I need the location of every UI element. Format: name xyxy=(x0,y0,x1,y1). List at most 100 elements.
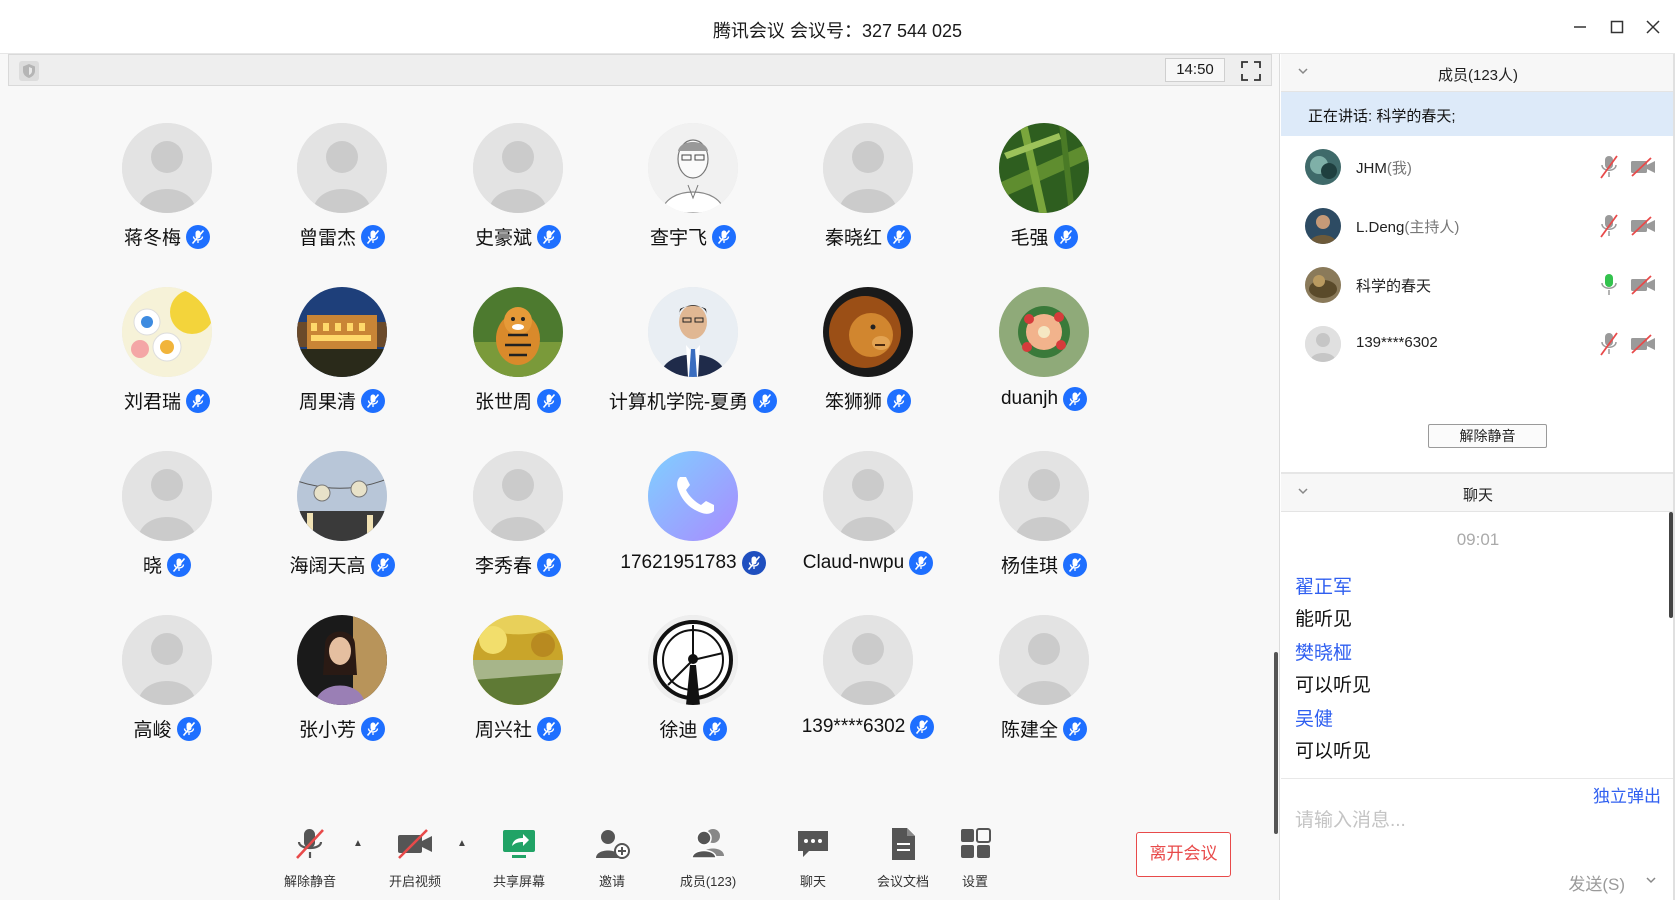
fullscreen-icon[interactable] xyxy=(1239,59,1263,83)
chat-sender[interactable]: 翟正军 xyxy=(1295,572,1352,599)
participant-avatar xyxy=(999,123,1089,213)
participant-avatar xyxy=(999,615,1089,705)
mic-muted-icon[interactable] xyxy=(1599,331,1619,357)
member-row[interactable]: 139****6302 xyxy=(1281,313,1675,375)
send-options-chevron-icon[interactable] xyxy=(1645,874,1657,886)
mic-muted-icon xyxy=(909,551,934,575)
participant-tile[interactable]: 秦晓红 xyxy=(778,123,958,273)
camera-off-icon xyxy=(398,829,432,859)
member-name: 139****6302 xyxy=(1356,334,1438,351)
speaking-indicator: 正在讲话: 科学的春天; xyxy=(1281,92,1675,136)
close-icon[interactable] xyxy=(1640,14,1666,40)
participant-name: 笨狮狮 xyxy=(824,392,882,413)
mic-muted-icon xyxy=(741,551,766,575)
chat-sender[interactable]: 樊晓桠 xyxy=(1295,638,1352,665)
mic-muted-icon xyxy=(537,552,561,577)
participant-tile[interactable]: duanjh xyxy=(954,287,1134,437)
participant-tile[interactable]: 晓 xyxy=(77,451,257,601)
participant-name: 毛强 xyxy=(1010,228,1049,249)
mic-muted-icon xyxy=(537,388,561,413)
chat-message-input[interactable] xyxy=(1295,806,1655,836)
member-name-text: 科学的春天 xyxy=(1356,278,1432,295)
member-row[interactable]: L.Deng(主持人) xyxy=(1281,195,1675,257)
mic-muted-icon[interactable] xyxy=(1599,154,1619,180)
chat-button[interactable]: 聊天 xyxy=(768,826,858,890)
participant-name: 刘君瑞 xyxy=(123,392,181,413)
participant-tile[interactable]: 海阔天高 xyxy=(252,451,432,601)
chat-sender[interactable]: 吴健 xyxy=(1295,704,1333,731)
member-name: 科学的春天 xyxy=(1356,275,1431,296)
participant-tile[interactable]: 高峻 xyxy=(77,615,257,765)
participant-tile[interactable]: 陈建全 xyxy=(954,615,1134,765)
unmute-button[interactable]: 解除静音 xyxy=(265,826,355,890)
participant-tile[interactable]: 史豪斌 xyxy=(428,123,608,273)
audio-options-caret[interactable]: ▲ xyxy=(353,838,363,849)
participant-tile[interactable]: 杨佳琪 xyxy=(954,451,1134,601)
participant-tile[interactable]: 17621951783 xyxy=(603,451,783,601)
participant-avatar xyxy=(473,123,563,213)
camera-off-icon[interactable] xyxy=(1629,333,1657,355)
participant-label: 陈建全 xyxy=(954,715,1134,742)
side-panel: 成员(123人) 正在讲话: 科学的春天; JHM(我) L.Deng(主持人) 科… xyxy=(1281,54,1675,900)
participant-avatar xyxy=(648,287,738,377)
chat-panel-header[interactable]: 聊天 xyxy=(1281,474,1675,512)
participant-tile[interactable]: 毛强 xyxy=(954,123,1134,273)
participant-avatar xyxy=(648,615,738,705)
start-video-button[interactable]: 开启视频 xyxy=(370,826,460,890)
members-button[interactable]: 成员(123) xyxy=(663,826,753,890)
participant-tile[interactable]: 周果清 xyxy=(252,287,432,437)
invite-button[interactable]: 邀请 xyxy=(567,826,657,890)
participant-label: 杨佳琪 xyxy=(954,551,1134,578)
shield-icon[interactable] xyxy=(19,61,39,81)
participant-label: 海阔天高 xyxy=(252,551,432,578)
participant-name: 查宇飞 xyxy=(649,228,707,249)
participant-name: 秦晓红 xyxy=(824,228,882,249)
participant-avatar xyxy=(823,615,913,705)
unmute-all-button[interactable]: 解除静音 xyxy=(1428,424,1547,448)
camera-off-icon[interactable] xyxy=(1629,215,1657,237)
camera-off-icon[interactable] xyxy=(1629,274,1657,296)
mic-muted-icon[interactable] xyxy=(1599,213,1619,239)
participant-tile[interactable]: 笨狮狮 xyxy=(778,287,958,437)
popout-chat-link[interactable]: 独立弹出 xyxy=(1593,782,1661,807)
avatar xyxy=(1305,208,1341,244)
camera-off-icon[interactable] xyxy=(1629,156,1657,178)
minimize-icon[interactable] xyxy=(1567,14,1593,40)
participant-tile[interactable]: 139****6302 xyxy=(778,615,958,765)
participant-tile[interactable]: 张世周 xyxy=(428,287,608,437)
members-panel-header[interactable]: 成员(123人) xyxy=(1281,54,1675,92)
participant-label: 周果清 xyxy=(252,387,432,414)
participant-avatar xyxy=(122,451,212,541)
window-title: 腾讯会议 会议号：327 544 025 xyxy=(712,21,963,41)
participant-name: 张小芳 xyxy=(298,720,356,741)
video-options-caret[interactable]: ▲ xyxy=(457,838,467,849)
share-screen-button[interactable]: 共享屏幕 xyxy=(474,826,564,890)
chat-message-text: 可以听见 xyxy=(1295,741,1372,762)
participant-tile[interactable]: 刘君瑞 xyxy=(77,287,257,437)
leave-meeting-button[interactable]: 离开会议 xyxy=(1136,832,1231,877)
participant-tile[interactable]: Claud-nwpu xyxy=(778,451,958,601)
member-row[interactable]: JHM(我) xyxy=(1281,136,1675,198)
participant-label: 史豪斌 xyxy=(428,223,608,250)
participant-name: 杨佳琪 xyxy=(1000,556,1058,577)
participant-tile[interactable]: 曾雷杰 xyxy=(252,123,432,273)
mic-active-icon[interactable] xyxy=(1599,272,1619,298)
mic-muted-icon xyxy=(1063,552,1087,577)
participant-tile[interactable]: 查宇飞 xyxy=(603,123,783,273)
settings-button[interactable]: 设置 xyxy=(930,826,1020,890)
participant-tile[interactable]: 张小芳 xyxy=(252,615,432,765)
participant-tile[interactable]: 计算机学院-夏勇 xyxy=(603,287,783,437)
participant-name: 周果清 xyxy=(298,392,356,413)
participant-tile[interactable]: 蒋冬梅 xyxy=(77,123,257,273)
participant-tile[interactable]: 徐迪 xyxy=(603,615,783,765)
member-row[interactable]: 科学的春天 xyxy=(1281,254,1675,316)
maximize-icon[interactable] xyxy=(1604,14,1630,40)
participant-tile[interactable]: 李秀春 xyxy=(428,451,608,601)
send-button[interactable]: 发送(S) xyxy=(1568,870,1625,895)
speaking-text: 正在讲话: 科学的春天; xyxy=(1308,108,1456,125)
gallery-scrollbar[interactable] xyxy=(1274,652,1278,834)
participant-avatar xyxy=(823,451,913,541)
participant-name: 17621951783 xyxy=(620,552,737,573)
participant-tile[interactable]: 周兴社 xyxy=(428,615,608,765)
mic-muted-icon xyxy=(1053,224,1078,249)
